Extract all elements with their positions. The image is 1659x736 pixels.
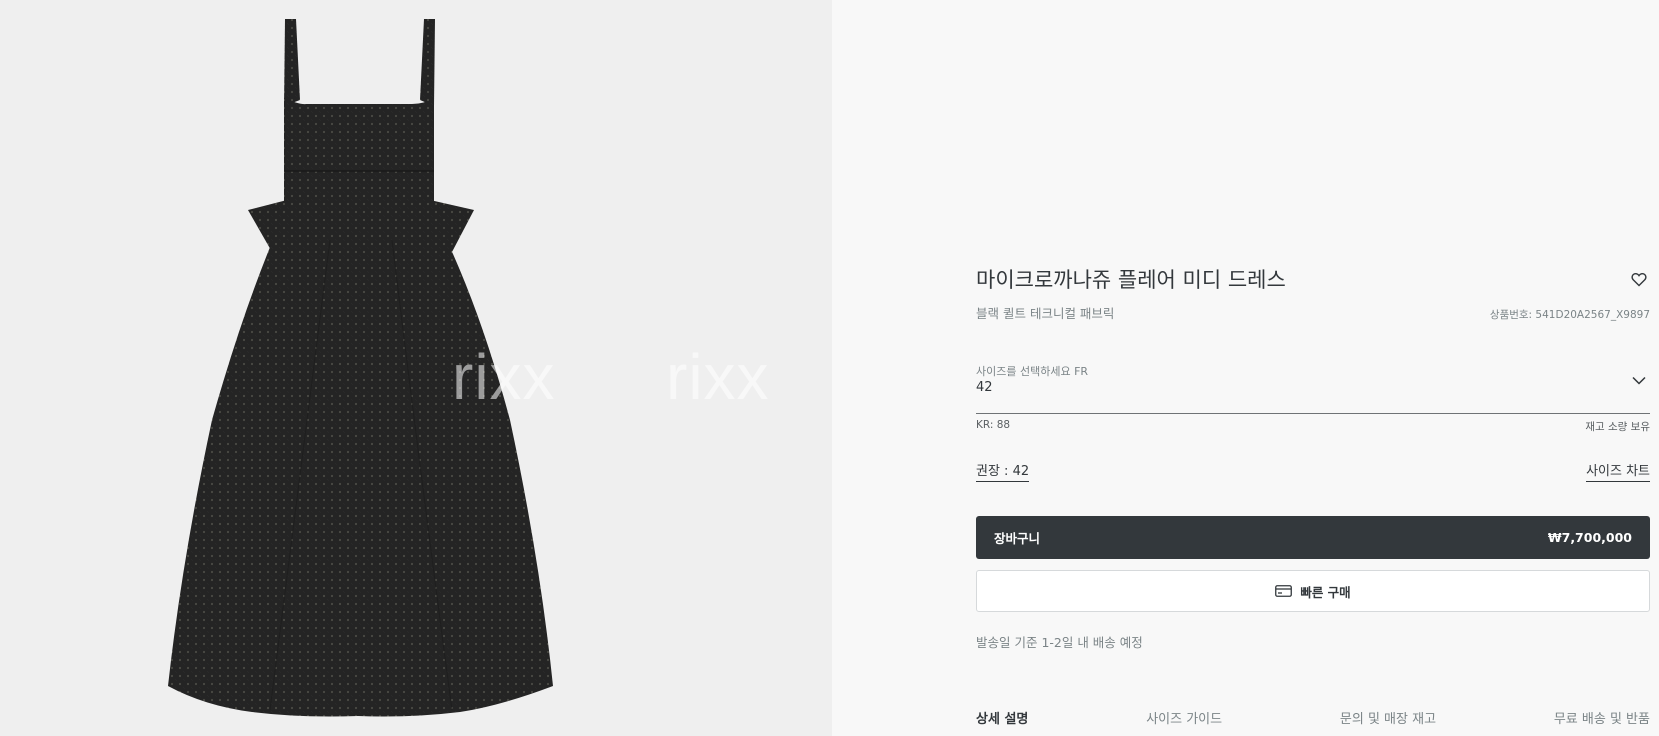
cart-button-label: 장바구니 [994, 531, 1041, 546]
size-select-label: 사이즈를 선택하세요 FR [976, 365, 1089, 378]
chevron-down-icon [1632, 376, 1646, 385]
tab-description[interactable]: 상세 설명 [976, 708, 1028, 727]
quick-buy-label: 빠른 구매 [1300, 584, 1351, 600]
product-reference-text: 상품번호: 541D20A2567_X9897 [1489, 309, 1650, 321]
card-icon [1275, 585, 1293, 597]
title-row: 마이크로까나쥬 플레어 미디 드레스 [976, 264, 1650, 294]
product-title: 마이크로까나쥬 플레어 미디 드레스 [976, 268, 1286, 292]
stock-status: 재고 소량 보유 [1585, 421, 1650, 433]
kr-size-text: KR: 88 [976, 419, 1011, 431]
delivery-note: 발송일 기준 1-2일 내 배송 예정 [976, 635, 1143, 650]
subtitle-row: 블랙 퀼트 테크니컬 패브릭 상품번호: 541D20A2567_X9897 [976, 303, 1650, 322]
quick-buy-button[interactable]: 빠른 구매 [976, 570, 1650, 612]
cart-button-price: ₩7,700,000 [1547, 530, 1632, 545]
recommendation-row: 권장 : 42 사이즈 차트 [976, 460, 1650, 482]
wishlist-button[interactable] [1628, 268, 1650, 290]
dress-image [168, 19, 553, 717]
heart-icon [1631, 272, 1647, 286]
tab-free-shipping[interactable]: 무료 배송 및 반품 [1554, 708, 1650, 727]
detail-tabs: 상세 설명 사이즈 가이드 문의 및 매장 재고 무료 배송 및 반품 [976, 708, 1650, 727]
tab-size-guide[interactable]: 사이즈 가이드 [1146, 708, 1222, 727]
size-meta-row: KR: 88 재고 소량 보유 [976, 419, 1650, 434]
product-reference: 상품번호: 541D20A2567_X9897 [1490, 307, 1650, 322]
tab-inquiry-stock[interactable]: 문의 및 매장 재고 [1340, 708, 1436, 727]
product-image-pane [0, 0, 832, 736]
add-to-cart-button[interactable]: 장바구니 ₩7,700,000 [976, 516, 1650, 559]
size-select[interactable]: 사이즈를 선택하세요 FR 42 [976, 360, 1650, 414]
size-chart-link[interactable]: 사이즈 차트 [1586, 460, 1650, 482]
product-info-pane: 마이크로까나쥬 플레어 미디 드레스 블랙 퀼트 테크니컬 패브릭 상품번호: … [832, 0, 1659, 736]
size-select-value: 42 [976, 380, 993, 395]
recommended-size-link[interactable]: 권장 : 42 [976, 460, 1030, 482]
product-subtitle: 블랙 퀼트 테크니컬 패브릭 [976, 306, 1115, 321]
